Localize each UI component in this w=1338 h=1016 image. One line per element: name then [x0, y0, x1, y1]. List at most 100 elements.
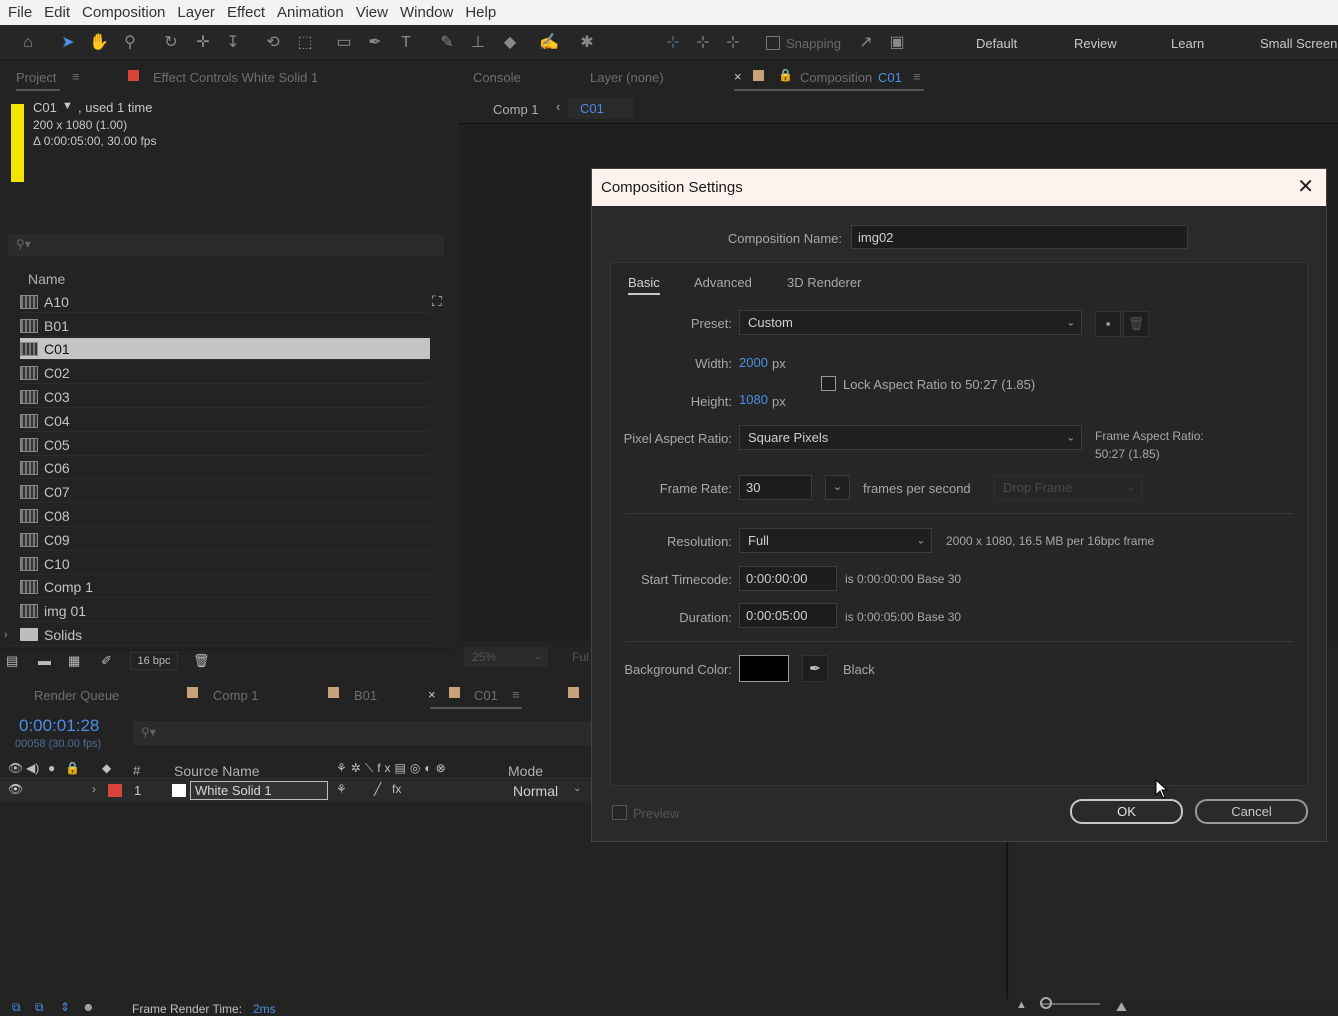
project-search-input[interactable]: ⚲▾ — [8, 234, 444, 256]
project-item[interactable]: img 01 — [20, 600, 430, 622]
menu-layer[interactable]: Layer — [171, 4, 221, 21]
selection-tool-icon[interactable]: ➤ — [57, 32, 79, 54]
preset-dropdown[interactable]: Custom ⌄ — [739, 310, 1082, 335]
tab-effect-controls[interactable]: Effect Controls White Solid 1 — [153, 70, 318, 85]
local-axis-icon[interactable]: ⊹ — [662, 32, 684, 54]
snapping-checkbox[interactable] — [766, 36, 780, 50]
zoom-dropdown[interactable]: 25% ⌄ — [464, 647, 548, 667]
eraser-tool-icon[interactable]: ◆ — [499, 32, 521, 54]
pen-tool-icon[interactable]: ✒ — [364, 32, 386, 54]
chevron-right-icon[interactable]: › — [4, 629, 20, 641]
tab-layer[interactable]: Layer (none) — [590, 70, 664, 85]
tab-console[interactable]: Console — [473, 70, 521, 85]
quality-icon[interactable]: ╱ — [374, 782, 381, 796]
draft-3d-icon[interactable]: ☻ — [82, 1000, 95, 1014]
menu-animation[interactable]: Animation — [271, 4, 350, 21]
trash-icon[interactable]: 🗑 — [193, 653, 210, 669]
tab-composition[interactable]: Composition — [800, 70, 872, 85]
chevron-down-icon[interactable]: ⌄ — [573, 783, 581, 794]
resolution-dropdown[interactable]: Full ⌄ — [739, 528, 932, 553]
workspace-small-screen[interactable]: Small Screen — [1260, 36, 1337, 51]
breadcrumb-comp1[interactable]: Comp 1 — [493, 102, 539, 117]
effects-icon[interactable]: fx — [392, 782, 401, 796]
panel-menu-icon[interactable]: ≡ — [913, 69, 921, 84]
zoom-in-icon[interactable]: ⛰ — [1116, 999, 1127, 1015]
breadcrumb-back-icon[interactable]: ‹ — [556, 99, 560, 114]
background-color-swatch[interactable] — [739, 655, 789, 682]
save-preset-icon[interactable]: ▪ — [1095, 311, 1121, 337]
width-value[interactable]: 2000 — [739, 355, 768, 370]
start-timecode-input[interactable]: 0:00:00:00 — [739, 566, 837, 591]
adjust-project-icon[interactable]: ✐ — [101, 653, 112, 669]
project-item[interactable]: C03 — [20, 386, 430, 408]
view-axis-icon[interactable]: ⊹ — [722, 32, 744, 54]
workspace-default[interactable]: Default — [976, 36, 1017, 51]
type-tool-icon[interactable]: T — [395, 32, 417, 54]
tab-3d-renderer[interactable]: 3D Renderer — [787, 275, 861, 290]
ok-button[interactable]: OK — [1070, 799, 1183, 824]
panel-menu-icon[interactable]: ≡ — [72, 69, 80, 84]
menu-file[interactable]: File — [2, 4, 38, 21]
preview-checkbox[interactable] — [612, 805, 627, 820]
lock-aspect-ratio-checkbox[interactable] — [821, 376, 836, 391]
eye-icon[interactable]: 👁 — [8, 782, 23, 796]
project-item[interactable]: C07 — [20, 481, 430, 503]
height-value[interactable]: 1080 — [739, 392, 768, 407]
tab-b01[interactable]: B01 — [354, 688, 377, 703]
duration-input[interactable]: 0:00:05:00 — [739, 603, 837, 628]
close-tab-icon[interactable]: × — [734, 69, 742, 84]
tab-comp-name[interactable]: C01 — [878, 70, 902, 85]
roto-brush-icon[interactable]: ✍ — [538, 32, 560, 54]
clone-stamp-icon[interactable]: ⊥ — [467, 32, 489, 54]
project-item[interactable]: C08 — [20, 505, 430, 527]
project-item[interactable]: C05 — [20, 434, 430, 456]
timeline-search-input[interactable]: ⚲▾ — [133, 721, 591, 745]
tab-project[interactable]: Project — [16, 70, 56, 85]
chevron-right-icon[interactable]: › — [92, 782, 96, 796]
rectangle-tool-icon[interactable]: ▭ — [333, 32, 355, 54]
project-item[interactable]: C10 — [20, 553, 430, 575]
delete-preset-icon[interactable]: 🗑 — [1123, 311, 1149, 337]
tab-c01[interactable]: C01 — [474, 688, 498, 703]
solo-icon[interactable]: ● — [48, 761, 55, 775]
puppet-pin-icon[interactable]: ✱ — [576, 32, 598, 54]
project-folder[interactable]: › Solids — [4, 624, 430, 646]
frame-rate-input[interactable]: 30 — [739, 475, 812, 500]
close-tab-icon[interactable]: × — [428, 687, 436, 702]
menu-effect[interactable]: Effect — [221, 4, 271, 21]
world-axis-icon[interactable]: ⊹ — [692, 32, 714, 54]
current-timecode[interactable]: 0:00:01:28 — [19, 716, 99, 736]
bit-depth-button[interactable]: 16 bpc — [130, 652, 178, 670]
project-item[interactable]: C09 — [20, 529, 430, 551]
workspace-learn[interactable]: Learn — [1171, 36, 1204, 51]
hand-tool-icon[interactable]: ✋ — [88, 32, 110, 54]
new-folder-icon[interactable]: ▬ — [38, 653, 51, 668]
layer-mode[interactable]: Normal — [513, 783, 558, 799]
layer-name[interactable]: White Solid 1 — [190, 781, 328, 800]
resolution-dropdown[interactable]: Ful — [572, 650, 589, 664]
menu-view[interactable]: View — [350, 4, 394, 21]
close-icon[interactable]: ✕ — [1297, 175, 1314, 199]
rotate-tool-icon[interactable]: ⟲ — [262, 32, 284, 54]
column-mode-header[interactable]: Mode — [508, 763, 543, 779]
brush-tool-icon[interactable]: ✎ — [436, 32, 458, 54]
snap-edge-icon[interactable]: ↗ — [855, 32, 877, 54]
dolly-camera-icon[interactable]: ↧ — [222, 32, 244, 54]
pixel-aspect-ratio-dropdown[interactable]: Square Pixels ⌄ — [739, 425, 1082, 450]
snap-feather-icon[interactable]: ▣ — [886, 32, 908, 54]
menu-composition[interactable]: Composition — [76, 4, 171, 21]
label-tag-icon[interactable]: ◆ — [102, 761, 111, 775]
lock-icon[interactable]: 🔒 — [65, 761, 80, 775]
project-item[interactable]: Comp 1 — [20, 576, 430, 598]
project-item[interactable]: C02 — [20, 362, 430, 384]
label-color-swatch[interactable] — [108, 784, 122, 797]
audio-icon[interactable]: ◀) — [26, 761, 39, 775]
menu-help[interactable]: Help — [459, 4, 502, 21]
tab-comp1[interactable]: Comp 1 — [213, 688, 259, 703]
project-item[interactable]: C06 — [20, 457, 430, 479]
flowchart-icon[interactable]: ⛶ — [432, 293, 442, 310]
project-item[interactable]: B01 — [20, 315, 430, 337]
workspace-review[interactable]: Review — [1074, 36, 1117, 51]
pan-behind-icon[interactable]: ⬚ — [294, 32, 316, 54]
project-item[interactable]: C04 — [20, 410, 430, 432]
